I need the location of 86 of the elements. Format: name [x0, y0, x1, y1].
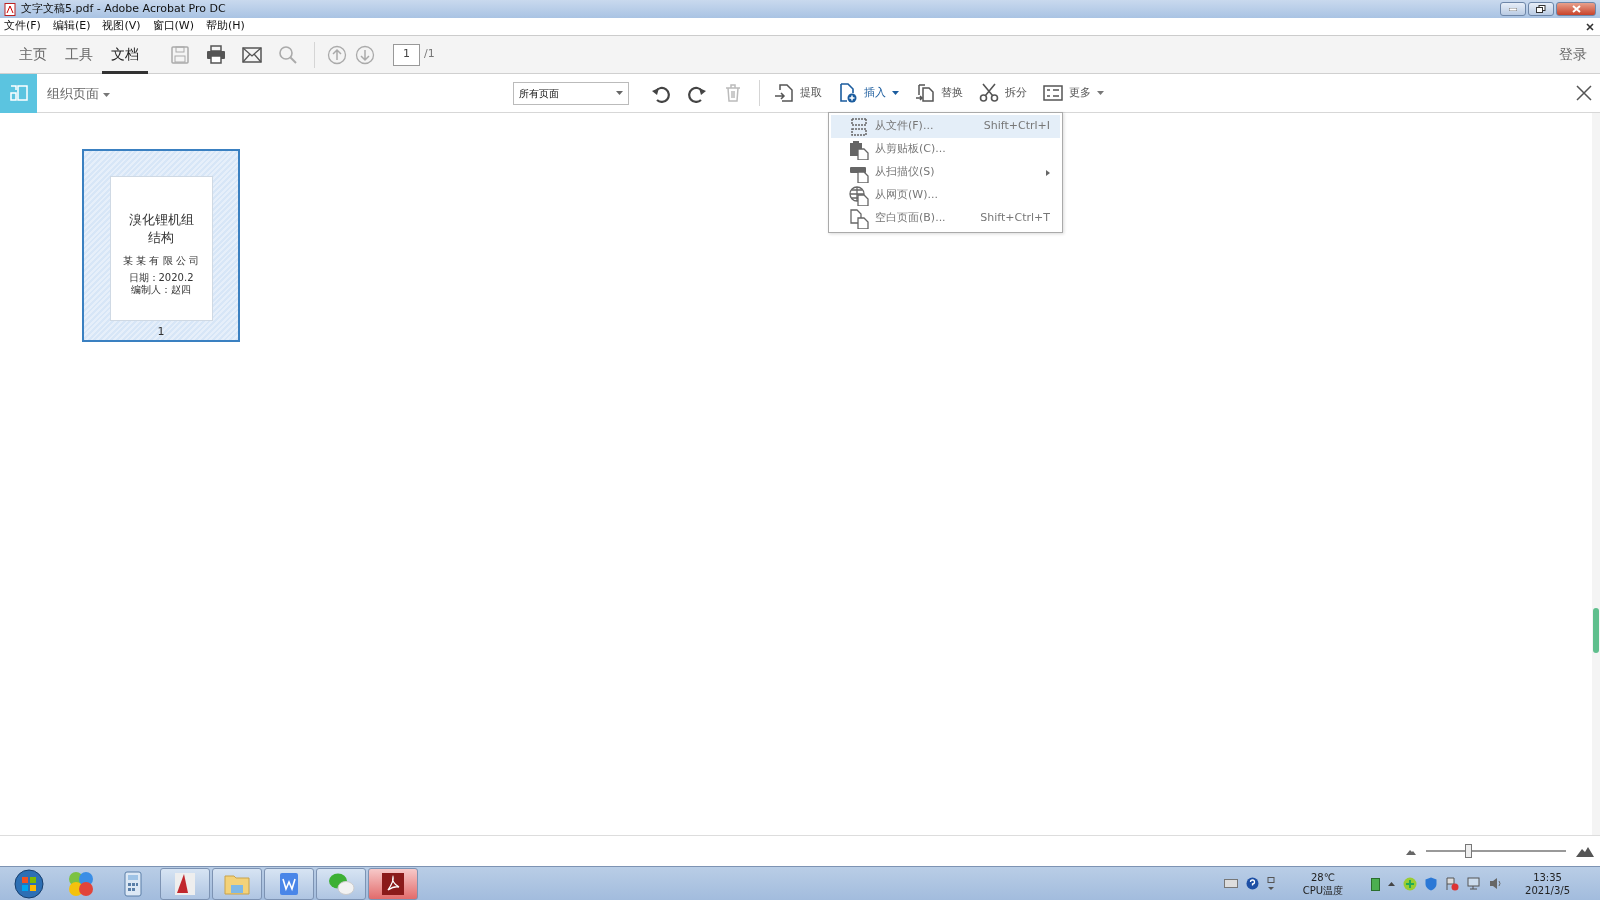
- menu-item[interactable]: 空白页面(B)... Shift+Ctrl+T: [831, 207, 1060, 230]
- search-icon[interactable]: [278, 44, 298, 65]
- extract-icon: [774, 83, 794, 103]
- blank-page-icon: [849, 208, 869, 229]
- caret-icon: [616, 91, 623, 95]
- shortcut-text: Shift+Ctrl+I: [983, 118, 1050, 135]
- organize-pages-menu[interactable]: 组织页面: [47, 84, 111, 104]
- taskbar-app-button[interactable]: [160, 867, 210, 900]
- restore-button[interactable]: [1528, 2, 1554, 16]
- globe-page-icon: [849, 185, 869, 206]
- battery-icon[interactable]: [1371, 876, 1381, 891]
- menu-item[interactable]: 从网页(W)...: [831, 184, 1060, 207]
- sign-in-link[interactable]: 登录: [1550, 35, 1596, 74]
- document-author: 编制人：赵四: [131, 284, 191, 296]
- menu-item[interactable]: 从扫描仪(S): [831, 161, 1060, 184]
- document-title: 溴化锂机组 结构: [128, 211, 194, 247]
- company-name: 某 某 有 限 公 司: [123, 254, 199, 269]
- pdf-icon: [4, 2, 16, 16]
- caret-icon: [1097, 91, 1104, 95]
- page-layout-icon: [9, 84, 28, 102]
- network-icon[interactable]: [1467, 877, 1482, 890]
- page-label: 1: [157, 323, 165, 340]
- dropdown-button[interactable]: 更多: [1037, 78, 1110, 108]
- menu-item[interactable]: 窗口(W): [152, 18, 195, 35]
- plus-circle-icon[interactable]: [1403, 876, 1418, 891]
- save-icon[interactable]: [170, 44, 190, 65]
- page-number-field[interactable]: 1: [393, 43, 420, 66]
- taskbar-app-button[interactable]: [264, 867, 314, 900]
- panel-toggle-button[interactable]: [0, 73, 37, 113]
- nav-tab[interactable]: 主页: [10, 35, 56, 74]
- menu-item[interactable]: 从文件(F)... Shift+Ctrl+I: [831, 115, 1060, 138]
- previous-page-icon[interactable]: [327, 44, 347, 65]
- sensor-label: CPU温度: [1302, 883, 1344, 897]
- shield-icon[interactable]: [1425, 876, 1438, 891]
- print-icon[interactable]: [206, 44, 226, 65]
- clock-date: 2021/3/5: [1525, 883, 1570, 897]
- start-orb-icon: [14, 868, 44, 899]
- shortcut-text: Shift+Ctrl+T: [980, 210, 1050, 227]
- minimize-icon: [1509, 7, 1517, 11]
- close-icon[interactable]: [1576, 85, 1592, 101]
- page-range-dropdown[interactable]: 所有页面: [513, 81, 629, 105]
- colored-circles-icon: [67, 869, 95, 898]
- nav-tab[interactable]: 工具: [56, 35, 102, 74]
- window-title: 文字文稿5.pdf - Adobe Acrobat Pro DC: [21, 0, 226, 17]
- page-thumbnail[interactable]: 溴化锂机组 结构 某 某 有 限 公 司 日期：2020.2 编制人：赵四 1: [82, 149, 240, 342]
- menu-item[interactable]: 文件(F): [4, 18, 41, 35]
- close-icon[interactable]: [1586, 22, 1594, 31]
- speaker-icon[interactable]: [1489, 877, 1504, 890]
- restore-icon: [1536, 5, 1546, 13]
- nav-tab[interactable]: 文档: [102, 35, 148, 74]
- stacked-pages-icon: [849, 116, 869, 137]
- caret-up-icon[interactable]: [1388, 881, 1396, 886]
- temperature-text: 28℃: [1309, 870, 1336, 884]
- window-caret-icon[interactable]: [1266, 876, 1275, 891]
- flag-icon[interactable]: [1445, 876, 1460, 891]
- slider-thumb[interactable]: [1464, 844, 1472, 858]
- small-mountain-icon[interactable]: [1406, 847, 1416, 855]
- clock-time: 13:35: [1532, 870, 1563, 884]
- scroll-thumb[interactable]: [1593, 608, 1599, 653]
- toolbar-button[interactable]: 拆分: [973, 78, 1033, 108]
- menu-item[interactable]: 视图(V): [102, 18, 141, 35]
- close-icon: [1571, 5, 1581, 13]
- dropdown-button[interactable]: 插入: [832, 78, 905, 108]
- document-date: 日期：2020.2: [128, 272, 194, 284]
- toolbar-button[interactable]: 替换: [909, 78, 969, 108]
- scissors-icon: [979, 83, 999, 103]
- trash-icon[interactable]: [723, 83, 743, 103]
- large-mountain-icon[interactable]: [1576, 845, 1594, 857]
- taskbar-app-button[interactable]: [316, 867, 366, 900]
- page-total: /1: [424, 46, 435, 63]
- menu-item[interactable]: 从剪贴板(C)...: [831, 138, 1060, 161]
- close-button[interactable]: [1556, 2, 1596, 16]
- caret-icon: [892, 91, 899, 95]
- help-icon[interactable]: [1245, 877, 1259, 890]
- caret-icon: [103, 92, 111, 97]
- toolbar-button[interactable]: 提取: [768, 78, 828, 108]
- mail-icon[interactable]: [242, 44, 262, 65]
- next-page-icon[interactable]: [355, 44, 375, 65]
- clipboard-page-icon: [849, 139, 869, 160]
- taskbar-app-button[interactable]: [368, 867, 418, 900]
- add-page-icon: [838, 83, 858, 103]
- replace-page-icon: [915, 83, 935, 103]
- list-icon: [1043, 83, 1063, 103]
- menu-item[interactable]: 帮助(H): [206, 18, 245, 35]
- menu-item[interactable]: 编辑(E): [52, 18, 91, 35]
- keyboard-icon[interactable]: [1223, 879, 1238, 888]
